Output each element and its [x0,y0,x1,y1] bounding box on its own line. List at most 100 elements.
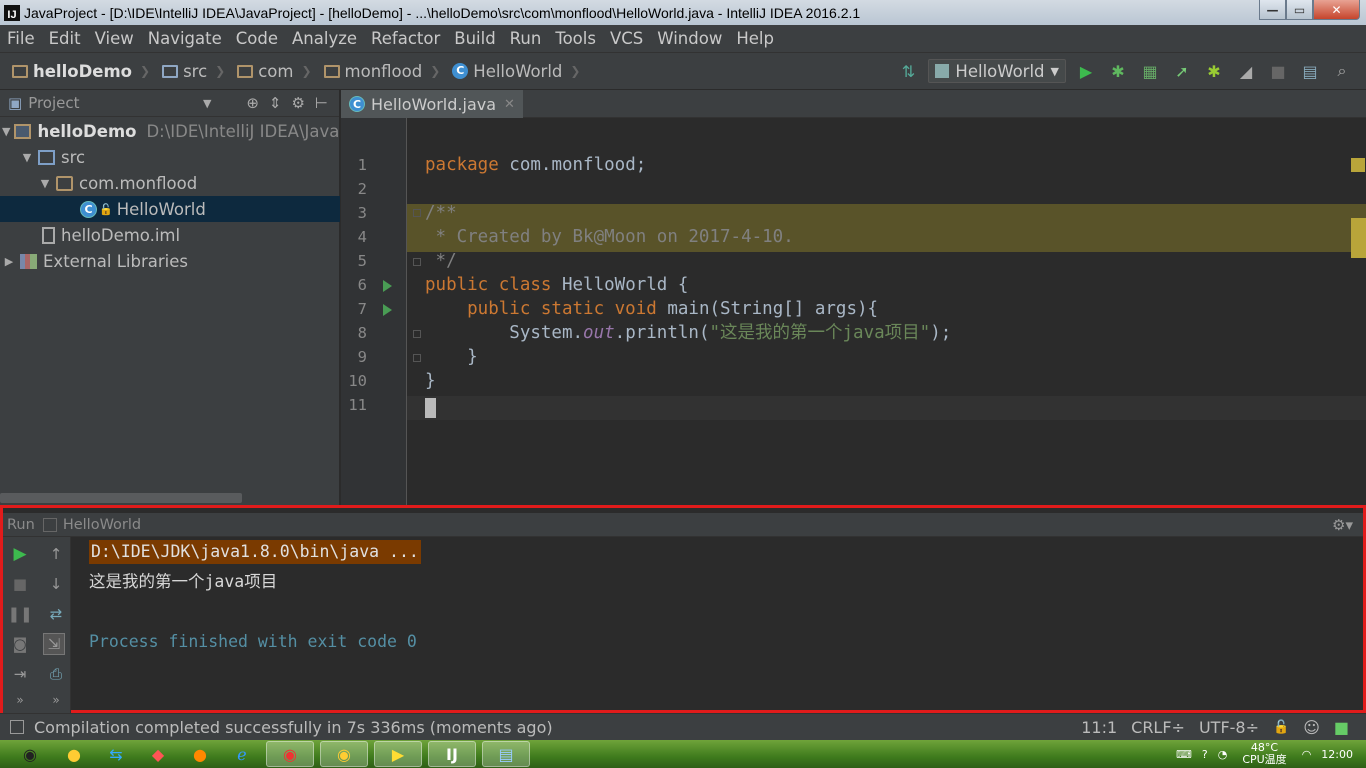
tab-helloworld-java[interactable]: C HelloWorld.java ✕ [341,90,523,118]
tree-item-src[interactable]: ▼ src [0,144,340,170]
breadcrumb-monflood[interactable]: monflood ❯ [323,62,440,81]
chrome-icon[interactable]: ◉ [320,741,368,767]
fold-marker-icon[interactable] [413,330,421,338]
breadcrumb-src[interactable]: src ❯ [162,62,225,81]
more-icon[interactable]: » [45,689,67,711]
print-icon[interactable]: ⎙ [45,663,67,685]
horizontal-scrollbar[interactable] [0,493,242,503]
project-structure-icon[interactable]: ▤ [1299,61,1321,81]
debug-icon[interactable]: ✱ [1107,61,1129,81]
menu-view[interactable]: View [88,29,141,48]
menu-code[interactable]: Code [229,29,285,48]
build-icon[interactable]: ◢ [1235,61,1257,81]
scroll-from-source-icon[interactable]: ⊕ [246,94,259,112]
menu-analyze[interactable]: Analyze [285,29,364,48]
intellij-taskbar-icon[interactable]: IJ [428,741,476,767]
clock[interactable]: 12:00 [1321,748,1353,761]
caret-position[interactable]: 11:1 [1081,718,1117,737]
rerun-icon[interactable]: ▶ [9,543,31,565]
run-tab-helloworld[interactable]: HelloWorld [63,517,141,533]
app-icon[interactable]: ◉ [266,741,314,767]
inspector-icon[interactable]: ☺ [1303,718,1320,737]
lock-icon[interactable]: 🔓 [1273,720,1289,735]
coverage-icon[interactable]: ▦ [1139,61,1161,81]
menu-run[interactable]: Run [503,29,549,48]
keyboard-icon[interactable]: ⌨ [1176,748,1192,761]
event-log-icon[interactable]: ■ [1334,718,1349,737]
menu-edit[interactable]: Edit [42,29,88,48]
sort-arrows-icon[interactable]: ⇅ [897,61,919,81]
fold-marker-icon[interactable] [413,209,421,217]
error-stripe-marker[interactable] [1351,218,1366,258]
file-encoding[interactable]: UTF-8÷ [1199,718,1259,737]
debug-jr-icon[interactable]: ✱ [1203,61,1225,81]
console-output[interactable]: D:\IDE\JDK\java1.8.0\bin\java ... 这是我的第一… [89,537,1349,707]
profile-icon[interactable]: ➚ [1171,61,1193,81]
line-separator[interactable]: CRLF÷ [1131,718,1185,737]
minimize-button[interactable]: — [1259,0,1286,20]
explorer-icon[interactable]: ▤ [482,741,530,767]
expanded-arrow-icon[interactable]: ▼ [38,177,52,190]
menu-help[interactable]: Help [729,29,781,48]
menu-window[interactable]: Window [650,29,729,48]
collapse-all-icon[interactable]: ⇕ [269,94,282,112]
console-command-line[interactable]: D:\IDE\JDK\java1.8.0\bin\java ... [89,540,421,564]
inspection-status-icon[interactable] [1351,158,1365,172]
menu-tools[interactable]: Tools [548,29,603,48]
tray-icon[interactable]: ◔ [1218,748,1228,761]
arrow-up-icon[interactable]: ↑ [45,543,67,565]
run-class-gutter-icon[interactable] [383,280,392,292]
gear-icon[interactable]: ⚙▾ [1332,516,1353,534]
breadcrumb-hellodemo[interactable]: helloDemo ❯ [12,62,150,81]
tree-item-com-monflood[interactable]: ▼ com.monflood [0,170,340,196]
chevron-down-icon[interactable]: ▼ [203,97,211,110]
tool-windows-icon[interactable] [10,720,24,734]
menu-build[interactable]: Build [447,29,502,48]
app-icon[interactable]: ◆ [140,741,176,767]
more-icon[interactable]: » [9,689,31,711]
status-message[interactable]: Compilation completed successfully in 7s… [34,718,553,737]
wifi-icon[interactable]: ◠ [1302,748,1312,761]
arrow-down-icon[interactable]: ↓ [45,573,67,595]
firefox-icon[interactable]: ● [182,741,218,767]
tree-item-hellodemo[interactable]: ▼ helloDemo D:\IDE\IntelliJ IDEA\JavaP [0,118,340,144]
teamviewer-icon[interactable]: ⇆ [98,741,134,767]
app-icon[interactable]: ● [56,741,92,767]
run-configuration-select[interactable]: HelloWorld ▼ [928,59,1066,83]
expanded-arrow-icon[interactable]: ▼ [2,125,10,138]
help-icon[interactable]: ? [1202,748,1208,761]
menu-refactor[interactable]: Refactor [364,29,447,48]
close-tab-icon[interactable]: ✕ [504,97,515,112]
maximize-button[interactable]: ▭ [1286,0,1313,20]
expanded-arrow-icon[interactable]: ▼ [20,151,34,164]
soft-wrap-icon[interactable]: ⇄ [45,603,67,625]
player-icon[interactable]: ▶ [374,741,422,767]
stop-icon[interactable]: ■ [1267,61,1289,81]
fold-marker-icon[interactable] [413,258,421,266]
fold-marker-icon[interactable] [413,354,421,362]
breadcrumb-helloworld[interactable]: C HelloWorld ❯ [452,62,580,81]
tree-item-external-libraries[interactable]: ▶ External Libraries [0,248,340,274]
code-editor[interactable]: 1 2 3 4 5 6 7 8 9 10 11 package com.monf… [341,118,1366,505]
project-view-label[interactable]: Project [28,94,79,112]
menu-vcs[interactable]: VCS [603,29,650,48]
search-icon[interactable]: ⌕ [1331,61,1353,81]
start-button[interactable]: ◉ [10,741,50,767]
ie-icon[interactable]: ℯ [224,741,260,767]
menu-navigate[interactable]: Navigate [141,29,229,48]
gear-icon[interactable]: ⚙ [291,94,304,112]
scroll-to-end-icon[interactable]: ⇲ [43,633,65,655]
hide-panel-icon[interactable]: ⊢ [315,94,328,112]
menu-file[interactable]: File [0,29,42,48]
collapsed-arrow-icon[interactable]: ▶ [2,255,16,268]
tree-item-helloworld[interactable]: C 🔓 HelloWorld [0,196,340,222]
run-main-gutter-icon[interactable] [383,304,392,316]
dump-threads-icon[interactable]: ◙ [9,633,31,655]
pause-icon[interactable]: ❚❚ [7,603,32,625]
breadcrumb-com[interactable]: com ❯ [237,62,312,81]
stop-icon[interactable]: ■ [9,573,31,595]
tree-item-hellodemo-iml[interactable]: helloDemo.iml [0,222,340,248]
exit-icon[interactable]: ⇥ [9,663,31,685]
run-icon[interactable]: ▶ [1075,61,1097,81]
close-window-button[interactable]: ✕ [1313,0,1360,20]
